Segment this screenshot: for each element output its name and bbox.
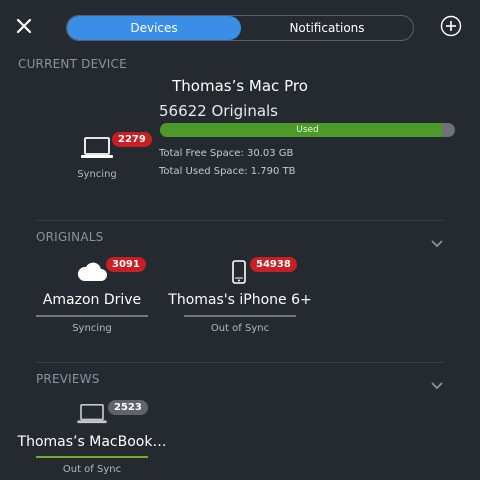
current-device-laptop-icon (80, 136, 114, 164)
close-icon (16, 18, 32, 34)
storage-bar: Used (160, 123, 455, 137)
amazon-drive-status: Syncing (72, 323, 112, 334)
current-device-status: Syncing (77, 169, 117, 180)
laptop-icon (81, 137, 113, 158)
close-button[interactable] (14, 16, 34, 36)
divider (36, 362, 444, 363)
tab-devices[interactable]: Devices (67, 16, 241, 40)
current-device-name: Thomas’s Mac Pro (172, 77, 308, 95)
originals-section-label: ORIGINALS (36, 230, 104, 244)
amazon-drive-name: Amazon Drive (42, 292, 142, 308)
macbook-name: Thomas’s MacBook… (17, 434, 167, 450)
cloud-icon-wrap (76, 261, 108, 287)
previews-collapse-button[interactable] (431, 375, 443, 394)
macbook-underline (36, 456, 148, 458)
chevron-down-icon (431, 240, 443, 248)
device-tile-iphone[interactable]: 54938 Thomas's iPhone 6+ Out of Sync (168, 255, 312, 337)
macbook-status: Out of Sync (62, 464, 122, 475)
macbook-badge: 2523 (108, 400, 148, 415)
divider (36, 220, 444, 221)
current-device-section-label: CURRENT DEVICE (18, 57, 127, 71)
plus-circle-icon (440, 15, 462, 37)
iphone-underline (184, 315, 296, 317)
laptop-icon (77, 404, 107, 424)
free-space-text: Total Free Space: 30.03 GB (159, 148, 294, 159)
phone-icon-wrap (232, 260, 246, 288)
device-tile-macbook[interactable]: 2523 Thomas’s MacBook… Out of Sync (18, 398, 166, 480)
originals-collapse-button[interactable] (431, 233, 443, 252)
amazon-drive-badge: 3091 (106, 257, 146, 272)
used-space-text: Total Used Space: 1.790 TB (159, 166, 296, 177)
cloud-icon (77, 262, 107, 281)
add-device-button[interactable] (440, 15, 462, 37)
phone-icon (232, 260, 246, 284)
chevron-down-icon (431, 382, 443, 390)
current-device-badge: 2279 (112, 132, 152, 147)
iphone-status: Out of Sync (210, 323, 270, 334)
iphone-badge: 54938 (250, 257, 297, 272)
originals-count: 56622 Originals (159, 102, 278, 120)
tab-bar: Devices Notifications (66, 15, 414, 41)
previews-section-label: PREVIEWS (36, 372, 100, 386)
tab-notifications[interactable]: Notifications (241, 16, 413, 40)
iphone-name: Thomas's iPhone 6+ (168, 292, 312, 308)
storage-bar-label: Used (296, 125, 319, 135)
device-tile-amazon-drive[interactable]: 3091 Amazon Drive Syncing (36, 255, 148, 337)
macbook-laptop-icon-wrap (76, 403, 108, 429)
amazon-drive-underline (36, 315, 148, 317)
